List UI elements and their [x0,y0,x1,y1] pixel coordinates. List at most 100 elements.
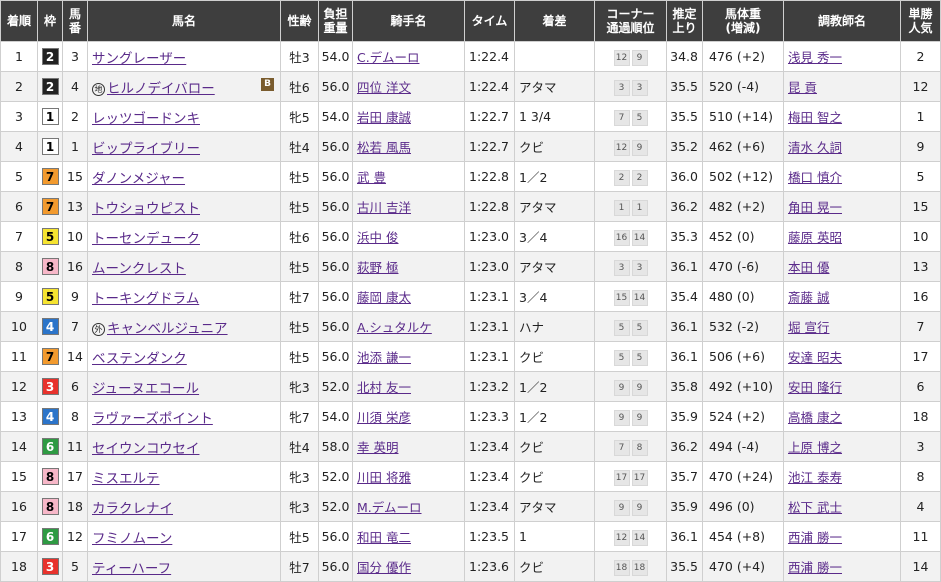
col-pop-header[interactable]: 単勝人気 [900,0,941,42]
trainer-link[interactable]: 角田 晃一 [788,200,842,215]
trainer-link[interactable]: 松下 武士 [788,500,842,515]
trainer-link[interactable]: 橋口 慎介 [788,170,842,185]
jockey-link[interactable]: 荻野 極 [357,260,398,275]
corner-cell: 33 [594,251,667,282]
trainer-link[interactable]: 西浦 勝一 [788,560,842,575]
waku-cell: 7 [37,341,63,372]
time-cell: 1:23.1 [464,311,515,342]
jockey-link[interactable]: 川須 栄彦 [357,410,411,425]
margin-cell: クビ [514,431,595,462]
table-row: 1 2 3 サングレーザー 牡3 54.0 C.デムーロ 1:22.4 12 9 … [0,41,941,72]
jockey-link[interactable]: 池添 謙一 [357,350,411,365]
trainer-link[interactable]: 斎藤 誠 [788,290,829,305]
rank-cell: 16 [0,491,38,522]
trainer-link[interactable]: 清水 久詞 [788,140,842,155]
corner-cell: 75 [594,101,667,132]
jockey-link[interactable]: 浜中 俊 [357,230,398,245]
col-umaban-header[interactable]: 馬番 [62,0,88,42]
rank-cell: 7 [0,221,38,252]
col-last3f-header[interactable]: 推定上り [666,0,703,42]
col-weight-header[interactable]: 負担重量 [318,0,353,42]
jockey-link[interactable]: 古川 吉洋 [357,200,411,215]
jockey-link[interactable]: 北村 友一 [357,380,411,395]
horse-name-link[interactable]: ジューヌエコール [92,381,199,397]
horse-name-link[interactable]: ティーハーフ [92,561,171,577]
horse-name-link[interactable]: フミノムーン [92,531,172,547]
horse-name-link[interactable]: ベステンダンク [92,351,187,367]
col-corner-header[interactable]: コーナー通過順位 [594,0,667,42]
jockey-link[interactable]: 幸 英明 [357,440,398,455]
col-horse-header[interactable]: 馬名 [87,0,281,42]
horse-name-link[interactable]: ビップライブリー [92,141,200,157]
trainer-link[interactable]: 高橋 康之 [788,410,842,425]
trainer-link[interactable]: 上原 博之 [788,440,842,455]
jockey-link[interactable]: 四位 洋文 [357,80,411,95]
col-time-header[interactable]: タイム [464,0,515,42]
waku-badge: 5 [41,288,59,305]
last3f-header-text: 推定上り [672,7,697,35]
trainer-link[interactable]: 藤原 英昭 [788,230,842,245]
corner-cell: 12 9 [594,41,667,72]
weight-cell: 56.0 [318,521,353,552]
jockey-link[interactable]: 国分 優作 [357,560,411,575]
umaban-cell: 17 [62,461,88,492]
col-jockey-header[interactable]: 騎手名 [352,0,465,42]
col-rank-header[interactable]: 着順 [0,0,38,42]
pop-header-text: 単勝人気 [908,7,933,35]
horse-name-link[interactable]: ダノンメジャー [92,171,185,187]
trainer-link[interactable]: 安田 隆行 [788,380,842,395]
margin-cell: 3／4 [514,281,595,312]
jockey-link[interactable]: M.デムーロ [357,500,422,515]
col-sexage-header[interactable]: 性齢 [280,0,319,42]
horse-name-link[interactable]: トーセンデューク [92,231,200,247]
trainer-link[interactable]: 安達 昭夫 [788,350,842,365]
waku-cell: 8 [37,461,63,492]
jockey-link[interactable]: C.デムーロ [357,50,419,65]
trainer-link[interactable]: 昆 貢 [788,80,817,95]
body-weight-cell: 482 (+2) [702,191,784,222]
trainer-link[interactable]: 池江 泰寿 [788,470,842,485]
horse-name-link[interactable]: ムーンクレスト [92,261,186,277]
trainer-link[interactable]: 堀 宣行 [788,320,829,335]
jockey-cell: M.デムーロ [352,491,465,522]
col-trainer-header[interactable]: 調教師名 [783,0,901,42]
horse-cell: セイウンコウセイ [87,431,281,462]
horse-cell: フミノムーン [87,521,281,552]
umaban-cell: 14 [62,341,88,372]
corner-position-4: 9 [631,49,648,66]
jockey-link[interactable]: 松若 風馬 [357,140,411,155]
weight-cell: 54.0 [318,401,353,432]
horse-name-link[interactable]: レッツゴードンキ [92,111,200,127]
jockey-link[interactable]: 武 豊 [357,170,386,185]
horse-name-link[interactable]: サングレーザー [92,51,186,67]
horse-name-link[interactable]: トーキングドラム [92,291,199,307]
trainer-link[interactable]: 西浦 勝一 [788,530,842,545]
rank-cell: 6 [0,191,38,222]
horse-name-link[interactable]: キャンベルジュニア [107,321,228,337]
horse-origin-mark: 地 [92,82,105,96]
time-cell: 1:22.7 [464,101,515,132]
horse-name-link[interactable]: ミスエルテ [92,471,160,487]
col-body-header[interactable]: 馬体重(増減) [702,0,784,42]
jockey-link[interactable]: A.シュタルケ [357,320,432,335]
horse-name-link[interactable]: ラヴァーズポイント [92,411,213,427]
trainer-link[interactable]: 浅見 秀一 [788,50,842,65]
horse-cell: ダノンメジャー [87,161,281,192]
col-margin-header[interactable]: 着差 [514,0,595,42]
jockey-link[interactable]: 岩田 康誠 [357,110,411,125]
trainer-link[interactable]: 梅田 智之 [788,110,842,125]
table-row: 14 6 11 セイウンコウセイ 牡4 58.0 幸 英明 1:23.4 クビ … [0,431,941,462]
jockey-link[interactable]: 和田 竜二 [357,530,411,545]
corner-position-4: 5 [631,349,648,366]
horse-name-link[interactable]: ヒルノデイバロー [107,81,215,97]
jockey-link[interactable]: 川田 将雅 [357,470,411,485]
horse-name-link[interactable]: トウショウピスト [92,201,200,217]
horse-name-link[interactable]: カラクレナイ [92,501,173,517]
jockey-link[interactable]: 藤岡 康太 [357,290,411,305]
horse-cell: ビップライブリー [87,131,281,162]
last3f-cell: 35.2 [666,131,703,162]
corner-position-4: 14 [631,289,648,306]
horse-name-link[interactable]: セイウンコウセイ [92,441,199,457]
trainer-link[interactable]: 本田 優 [788,260,829,275]
col-waku-header[interactable]: 枠 [37,0,63,42]
